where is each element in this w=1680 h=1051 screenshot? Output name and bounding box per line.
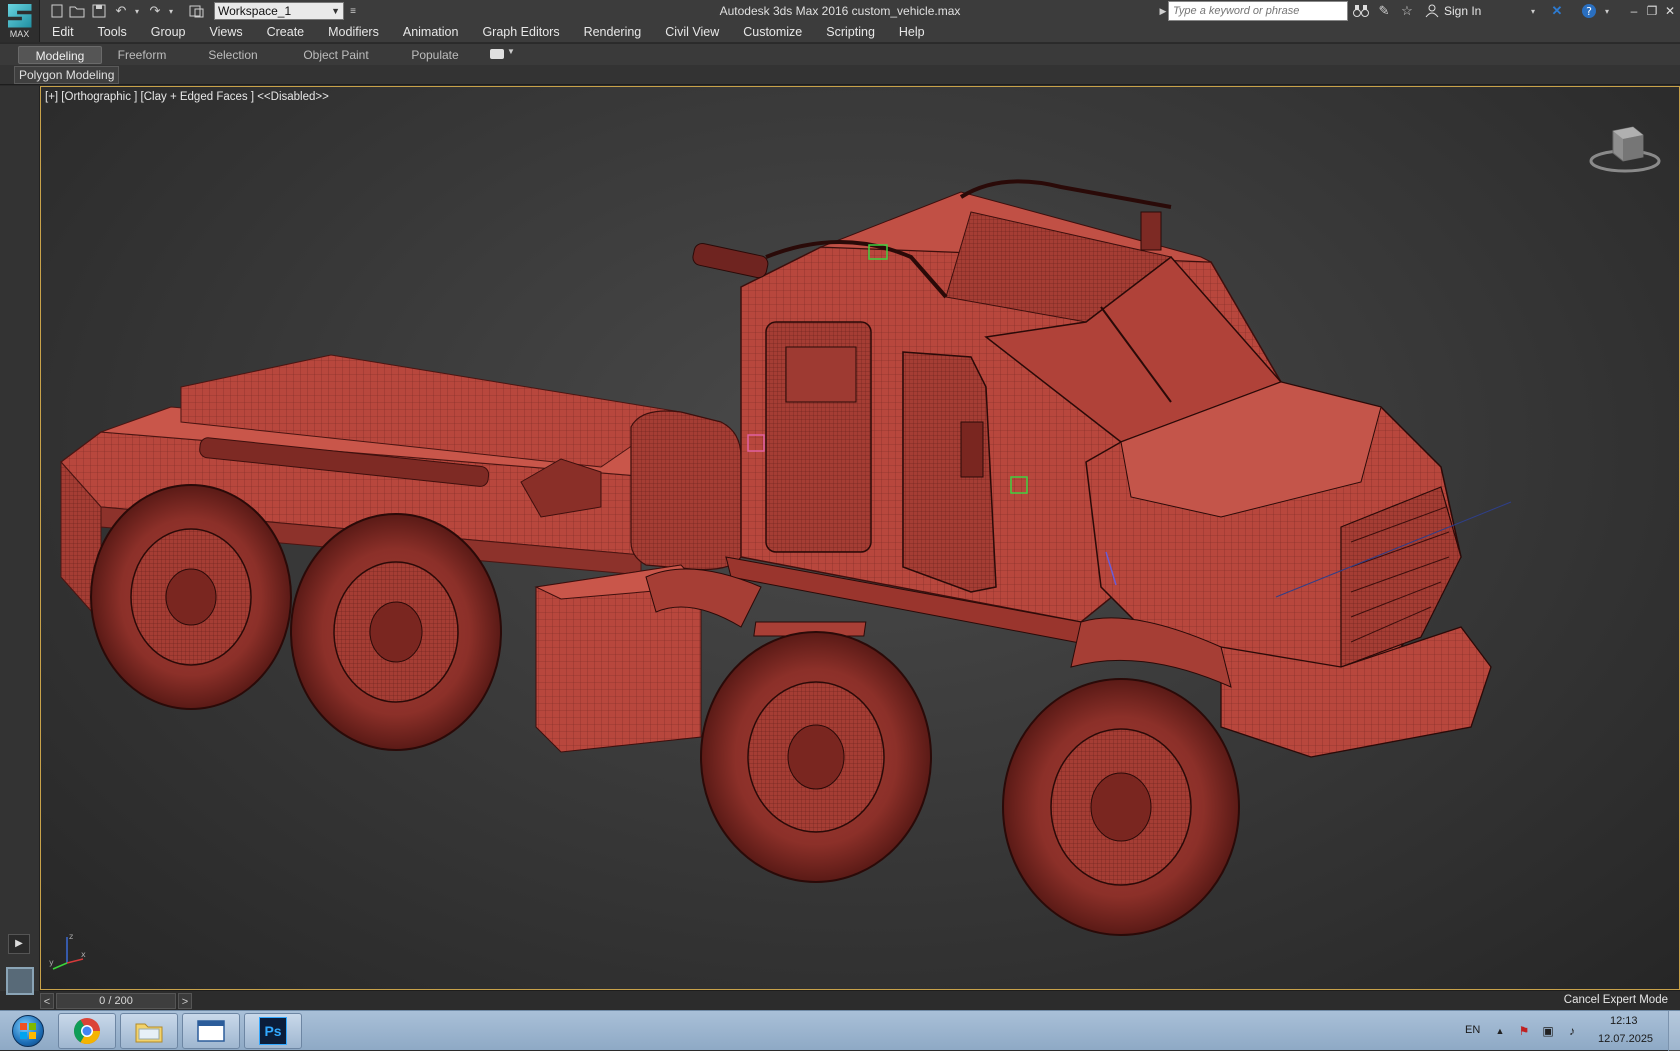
- taskbar-file-explorer[interactable]: [120, 1013, 178, 1049]
- restore-icon[interactable]: ❐: [1644, 3, 1660, 19]
- clock-date[interactable]: 12.07.2025: [1598, 1033, 1653, 1045]
- app-logo-button[interactable]: MAX: [0, 0, 40, 42]
- left-toolbar: [0, 86, 40, 991]
- tab-populate[interactable]: Populate: [400, 46, 470, 64]
- file-explorer-icon: [135, 1023, 163, 1043]
- undo-dropdown-icon[interactable]: ▾: [128, 2, 146, 20]
- minimize-icon[interactable]: –: [1626, 3, 1642, 19]
- chevron-down-icon: ▼: [331, 6, 340, 16]
- wheel-front: [1002, 678, 1240, 936]
- taskbar-photoshop[interactable]: Ps: [244, 1013, 302, 1049]
- menu-help[interactable]: Help: [887, 22, 937, 42]
- menu-civil-view[interactable]: Civil View: [653, 22, 731, 42]
- help-dropdown-icon[interactable]: ▾: [1598, 2, 1616, 20]
- clock-time[interactable]: 12:13: [1610, 1015, 1638, 1027]
- network-icon[interactable]: ▣: [1540, 1024, 1556, 1038]
- maxscript-listener-button[interactable]: [6, 967, 34, 995]
- customize-quick-access-icon[interactable]: ≡: [344, 2, 362, 20]
- menu-animation[interactable]: Animation: [391, 22, 471, 42]
- user-icon[interactable]: [1423, 2, 1441, 20]
- next-frame-button[interactable]: >: [178, 993, 192, 1009]
- action-center-flag-icon[interactable]: ⚑: [1516, 1024, 1532, 1038]
- ribbon-dropdown-icon[interactable]: ▼: [507, 47, 515, 56]
- volume-icon[interactable]: ♪: [1564, 1024, 1580, 1038]
- viewport-perspective[interactable]: [+] [Orthographic ] [Clay + Edged Faces …: [40, 86, 1680, 990]
- svg-text:?: ?: [1586, 5, 1592, 18]
- ribbon-tabs: Modeling Freeform Selection Object Paint…: [0, 43, 1680, 65]
- max-logo-icon: [7, 3, 32, 28]
- cancel-expert-mode-button[interactable]: Cancel Expert Mode: [1564, 994, 1668, 1006]
- time-slider[interactable]: 0 / 200: [56, 993, 176, 1009]
- window-icon: [197, 1020, 225, 1042]
- previous-frame-button[interactable]: <: [40, 993, 54, 1009]
- truck-model[interactable]: [41, 87, 1680, 990]
- taskbar-window[interactable]: [182, 1013, 240, 1049]
- search-input[interactable]: [1168, 1, 1348, 21]
- menu-rendering[interactable]: Rendering: [572, 22, 654, 42]
- wheel-rear-2: [290, 513, 502, 751]
- windows-logo-icon: [12, 1015, 44, 1047]
- workspace-value: Workspace_1: [218, 4, 292, 18]
- menu-edit[interactable]: Edit: [40, 22, 86, 42]
- start-button[interactable]: [2, 1012, 54, 1050]
- open-folder-icon[interactable]: [68, 2, 86, 20]
- logo-text: MAX: [9, 28, 30, 39]
- favorites-star-icon[interactable]: ☆: [1398, 2, 1416, 20]
- show-hidden-icons-icon[interactable]: ▲: [1492, 1024, 1508, 1038]
- viewcube-icon[interactable]: [1589, 125, 1661, 175]
- axis-x-label: x: [81, 950, 86, 959]
- menu-bar: Edit Tools Group Views Create Modifiers …: [40, 22, 1680, 42]
- taskbar-chrome[interactable]: [58, 1013, 116, 1049]
- title-bar: MAX ↶ ▾ ↷ ▾ Workspace_1 ▼ ≡ Autodesk 3ds…: [0, 0, 1680, 42]
- menu-views[interactable]: Views: [197, 22, 254, 42]
- workspace-dropdown[interactable]: Workspace_1 ▼: [214, 2, 344, 20]
- communication-center-icon[interactable]: ✎: [1375, 2, 1393, 20]
- tab-freeform[interactable]: Freeform: [108, 46, 176, 64]
- language-indicator[interactable]: EN: [1465, 1024, 1480, 1036]
- menu-group[interactable]: Group: [139, 22, 198, 42]
- save-icon[interactable]: [90, 2, 108, 20]
- sign-in-link[interactable]: Sign In: [1444, 4, 1481, 18]
- wheel-rear-1: [90, 484, 292, 710]
- axis-z-label: z: [69, 932, 73, 941]
- windows-taskbar: Ps EN ▲ ⚑ ▣ ♪ 12:13 12.07.2025: [0, 1010, 1680, 1051]
- menu-graph-editors[interactable]: Graph Editors: [470, 22, 571, 42]
- show-desktop-button[interactable]: [1668, 1011, 1680, 1051]
- menu-tools[interactable]: Tools: [86, 22, 139, 42]
- photoshop-icon: Ps: [259, 1017, 287, 1045]
- close-icon[interactable]: ✕: [1662, 3, 1678, 19]
- tab-modeling[interactable]: Modeling: [18, 46, 102, 64]
- photoshop-label: Ps: [264, 1023, 282, 1039]
- wheel-middle: [700, 631, 932, 883]
- menu-create[interactable]: Create: [255, 22, 317, 42]
- new-file-icon[interactable]: [48, 2, 66, 20]
- help-icon[interactable]: ?: [1580, 2, 1598, 20]
- fuel-tank: [630, 410, 742, 571]
- menu-scripting[interactable]: Scripting: [814, 22, 887, 42]
- axis-tripod-icon: z x y: [49, 932, 86, 970]
- time-slider-bar: < 0 / 200 > Cancel Expert Mode: [40, 990, 1680, 1010]
- redo-dropdown-icon[interactable]: ▾: [162, 2, 180, 20]
- menu-modifiers[interactable]: Modifiers: [316, 22, 391, 42]
- menu-customize[interactable]: Customize: [731, 22, 814, 42]
- project-folder-icon[interactable]: [188, 2, 206, 20]
- ribbon-toggle-icon[interactable]: [490, 49, 504, 59]
- ribbon-panel-strip: Polygon Modeling: [0, 65, 1680, 85]
- binoculars-icon[interactable]: [1352, 2, 1370, 20]
- polygon-modeling-panel[interactable]: Polygon Modeling: [14, 66, 120, 84]
- exchange-apps-icon[interactable]: ✕: [1548, 2, 1566, 20]
- sign-in-dropdown-icon[interactable]: ▾: [1524, 2, 1542, 20]
- play-icon[interactable]: ▶: [8, 934, 30, 954]
- tab-object-paint[interactable]: Object Paint: [296, 46, 376, 64]
- chrome-icon: [73, 1018, 101, 1045]
- axis-y-label: y: [49, 958, 54, 967]
- tab-selection[interactable]: Selection: [198, 46, 268, 64]
